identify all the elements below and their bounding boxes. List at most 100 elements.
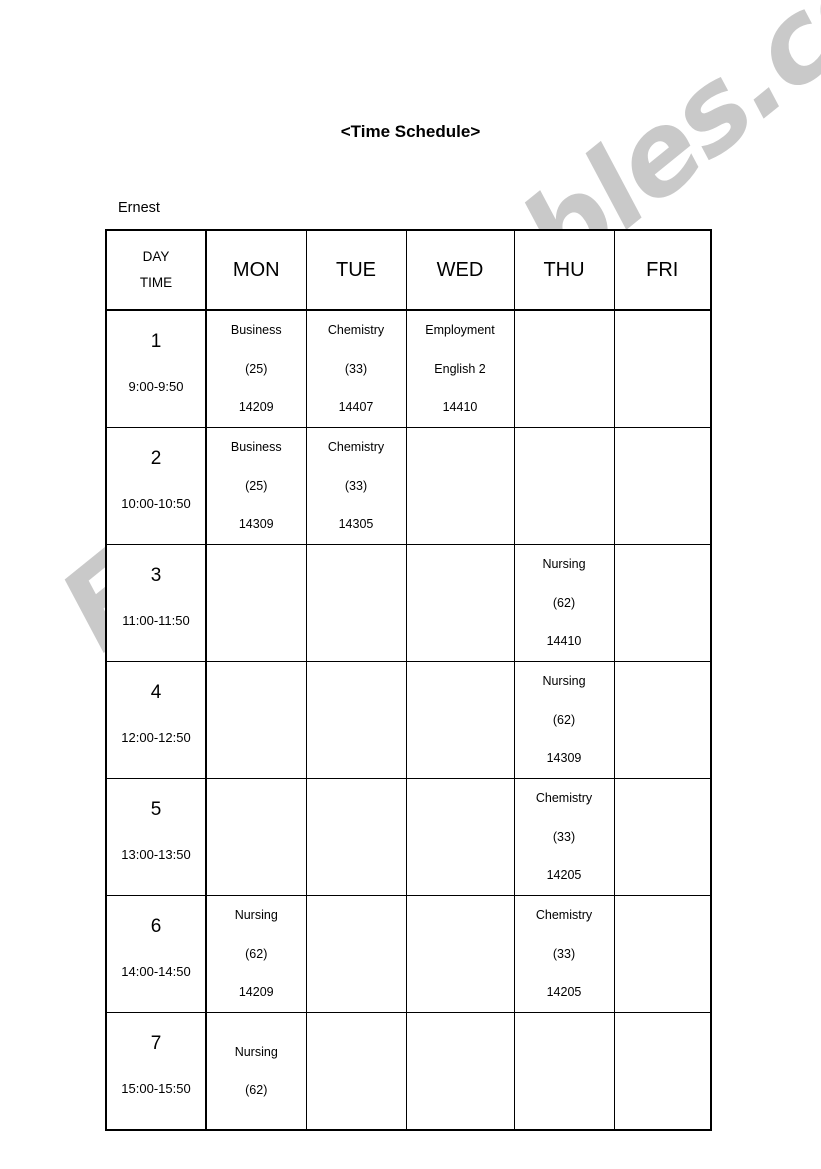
class-cell-line: (62) (552, 712, 576, 727)
class-cell-tue-period-2[interactable]: Chemistry (33) 14305 (305, 427, 407, 545)
class-cell-line: Nursing (234, 1044, 278, 1059)
class-cell-line: 14205 (546, 985, 582, 1000)
class-cell-thu-period-2[interactable] (513, 427, 615, 545)
class-cell-line: Business (230, 323, 282, 338)
class-cell-line: 14410 (442, 400, 478, 415)
period-cell-6: 6 14:00-14:50 (105, 895, 207, 1013)
class-cell-mon-period-4[interactable] (205, 661, 307, 779)
class-cell-line: (62) (245, 946, 268, 961)
class-cell-tue-period-6[interactable] (305, 895, 407, 1013)
class-cell-thu-period-3[interactable]: Nursing (62) 14410 (513, 544, 615, 662)
period-number: 6 (150, 916, 162, 937)
class-cell-wed-period-5[interactable] (405, 778, 515, 896)
table-row: 1 9:00-9:50 Business (25) 14209 Chemistry (33)… (105, 309, 712, 428)
period-time-range: 9:00-9:50 (128, 379, 184, 394)
class-cell-line: (25) (245, 478, 268, 493)
table-row: 2 10:00-10:50 Business (25) 14309 Chemistry (3… (105, 427, 712, 545)
table-row: 4 12:00-12:50 Nursing (62) 14309 (105, 661, 712, 779)
class-cell-tue-period-1[interactable]: Chemistry (33) 14407 (305, 309, 407, 428)
class-cell-line: 14410 (546, 634, 582, 649)
class-cell-line: (25) (245, 361, 268, 376)
day-header-mon: MON (205, 229, 307, 311)
class-cell-line: (33) (344, 478, 368, 493)
class-cell-fri-period-7[interactable] (613, 1012, 712, 1131)
class-cell-line: Chemistry (327, 440, 385, 455)
class-cell-thu-period-5[interactable]: Chemistry (33) 14205 (513, 778, 615, 896)
table-row: 6 14:00-14:50 Nursing (62) 14209 Chemistry (33… (105, 895, 712, 1013)
class-cell-line: Chemistry (535, 908, 593, 923)
class-cell-wed-period-6[interactable] (405, 895, 515, 1013)
class-cell-line: Chemistry (327, 323, 385, 338)
period-cell-1: 1 9:00-9:50 (105, 309, 207, 428)
class-cell-line: Employment (425, 323, 495, 338)
class-cell-wed-period-7[interactable] (405, 1012, 515, 1131)
class-cell-line: (62) (552, 595, 576, 610)
class-cell-mon-period-6[interactable]: Nursing (62) 14209 (205, 895, 307, 1013)
class-cell-mon-period-3[interactable] (205, 544, 307, 662)
class-cell-fri-period-3[interactable] (613, 544, 712, 662)
period-number: 5 (150, 799, 162, 820)
class-cell-wed-period-3[interactable] (405, 544, 515, 662)
class-cell-wed-period-2[interactable] (405, 427, 515, 545)
period-number: 2 (150, 448, 162, 469)
class-cell-line: 14309 (238, 517, 274, 532)
class-cell-fri-period-6[interactable] (613, 895, 712, 1013)
class-cell-wed-period-1[interactable]: Employment English 2 14410 (405, 309, 515, 428)
class-cell-mon-period-5[interactable] (205, 778, 307, 896)
schedule-table: DAY TIME MON TUE WED THU FRI 1 9:00-9:50 Business… (105, 229, 712, 1131)
class-cell-line: 14407 (338, 400, 374, 415)
class-cell-line: Business (230, 440, 282, 455)
period-time-range: 11:00-11:50 (122, 613, 190, 628)
period-cell-7: 7 15:00-15:50 (105, 1012, 207, 1131)
class-cell-tue-period-5[interactable] (305, 778, 407, 896)
period-time-range: 15:00-15:50 (121, 1081, 191, 1096)
period-number: 3 (150, 565, 162, 586)
table-row: 7 15:00-15:50 Nursing (62) (105, 1012, 712, 1131)
table-header-row: DAY TIME MON TUE WED THU FRI (105, 229, 712, 311)
class-cell-line: Nursing (234, 908, 278, 923)
period-cell-3: 3 11:00-11:50 (105, 544, 207, 662)
day-header-thu: THU (513, 229, 615, 311)
class-cell-line: (33) (344, 361, 368, 376)
period-number: 1 (150, 331, 162, 352)
class-cell-line: English 2 (434, 361, 486, 376)
class-cell-line: Chemistry (535, 791, 593, 806)
day-label: DAY (142, 248, 170, 264)
class-cell-tue-period-7[interactable] (305, 1012, 407, 1131)
class-cell-line: 14205 (546, 868, 582, 883)
period-time-range: 12:00-12:50 (121, 730, 191, 745)
period-time-range: 10:00-10:50 (121, 496, 191, 511)
time-label: TIME (139, 275, 173, 290)
class-cell-wed-period-4[interactable] (405, 661, 515, 779)
page-title: <Time Schedule> (340, 122, 481, 141)
class-cell-line: (33) (552, 829, 576, 844)
table-row: 3 11:00-11:50 Nursing (62) 14410 (105, 544, 712, 662)
period-time-range: 14:00-14:50 (121, 964, 191, 979)
class-cell-line: (33) (552, 946, 576, 961)
class-cell-line: 14209 (238, 400, 274, 415)
class-cell-mon-period-1[interactable]: Business (25) 14209 (205, 309, 307, 428)
class-cell-thu-period-6[interactable]: Chemistry (33) 14205 (513, 895, 615, 1013)
class-cell-line: 14305 (338, 517, 374, 532)
class-cell-fri-period-1[interactable] (613, 309, 712, 428)
period-number: 7 (150, 1033, 162, 1054)
class-cell-line: 14309 (546, 751, 582, 766)
class-cell-tue-period-3[interactable] (305, 544, 407, 662)
class-cell-thu-period-7[interactable] (513, 1012, 615, 1131)
class-cell-mon-period-2[interactable]: Business (25) 14309 (205, 427, 307, 545)
period-cell-5: 5 13:00-13:50 (105, 778, 207, 896)
class-cell-line: 14209 (238, 985, 274, 1000)
class-cell-thu-period-4[interactable]: Nursing (62) 14309 (513, 661, 615, 779)
period-number: 4 (150, 682, 162, 703)
class-cell-thu-period-1[interactable] (513, 309, 615, 428)
period-cell-4: 4 12:00-12:50 (105, 661, 207, 779)
class-cell-fri-period-4[interactable] (613, 661, 712, 779)
class-cell-fri-period-2[interactable] (613, 427, 712, 545)
class-cell-line: Nursing (542, 557, 586, 572)
class-cell-tue-period-4[interactable] (305, 661, 407, 779)
class-cell-mon-period-7[interactable]: Nursing (62) (205, 1012, 307, 1131)
period-time-range: 13:00-13:50 (121, 847, 191, 862)
day-time-corner-cell: DAY TIME (105, 229, 207, 311)
class-cell-fri-period-5[interactable] (613, 778, 712, 896)
class-cell-line: Nursing (542, 674, 586, 689)
